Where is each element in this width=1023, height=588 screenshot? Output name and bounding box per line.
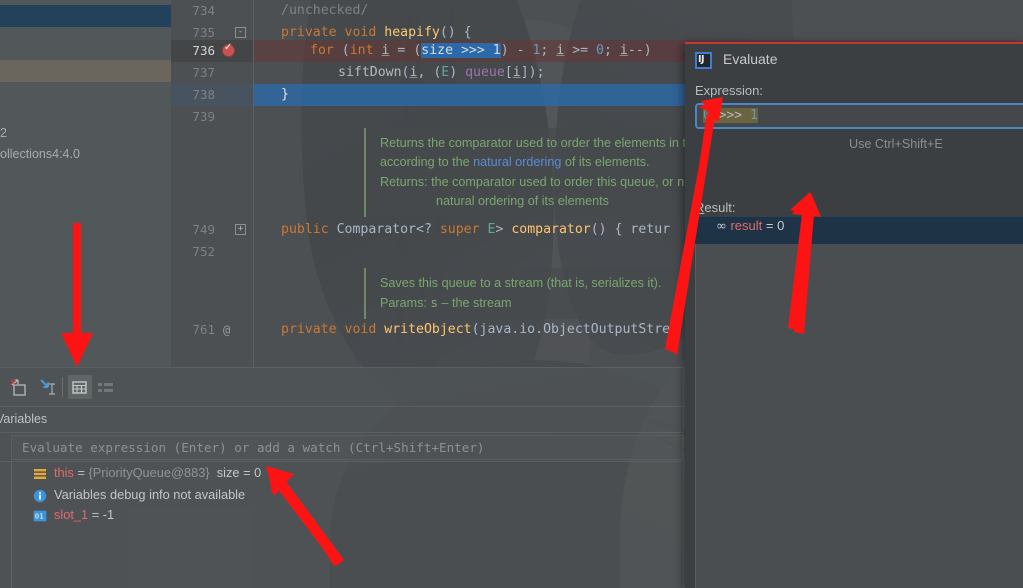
variable-row-debug-info: Variables debug info not available <box>0 485 683 507</box>
variables-pane-title: Variables <box>0 412 48 426</box>
svg-text:01: 01 <box>35 512 44 521</box>
fold-expand-icon[interactable]: + <box>235 224 246 235</box>
line-number-749: 749 <box>192 222 215 237</box>
ide-window: 2 ollections4:4.0 734 735 736 737 738 73… <box>0 0 1023 588</box>
result-label: Result: <box>695 200 736 215</box>
step-into-icon[interactable] <box>38 378 57 397</box>
code-line-738: } <box>281 87 289 102</box>
step-out-icon[interactable]: ✕ <box>9 378 28 397</box>
project-tree-item-0[interactable]: 2 <box>0 126 7 140</box>
info-icon <box>33 489 47 503</box>
code-line-749: public Comparator<? super E> comparator(… <box>281 222 671 237</box>
line-number-752: 752 <box>192 244 215 259</box>
evaluate-shortcut-hint: Use Ctrl+Shift+E <box>849 137 943 151</box>
project-tree-selected-row[interactable] <box>0 5 171 27</box>
evaluate-dialog[interactable]: IJ Evaluate Expression: 0 >>> 1 Use Ctrl… <box>685 42 1023 588</box>
project-tree-item-1[interactable]: ollections4:4.0 <box>0 147 80 161</box>
expression-input-text: 0 >>> 1 <box>703 108 758 123</box>
project-tree-hover-row[interactable] <box>0 60 171 82</box>
evaluate-dialog-titlebar[interactable]: IJ Evaluate <box>685 44 1023 76</box>
debugger-toolbar[interactable]: ✕ <box>0 368 683 406</box>
line-number-738: 738 <box>192 87 215 102</box>
line-number-734: 734 <box>192 3 215 18</box>
expression-label: Expression: <box>695 83 763 98</box>
watch-input-placeholder: Evaluate expression (Enter) or add a wat… <box>22 440 485 455</box>
variable-row-this[interactable]: this = {PriorityQueue@883} size = 0 <box>0 463 683 485</box>
object-icon <box>33 467 47 481</box>
list-view-icon[interactable] <box>96 378 115 397</box>
code-line-734: /unchecked/ <box>281 3 369 18</box>
code-line-736: for (int i = (size >>> 1) - 1; i >= 0; i… <box>310 43 652 58</box>
variable-slot1-label: slot_1 = -1 <box>54 507 115 522</box>
code-line-737: siftDown(i, (E) queue[i]); <box>338 65 545 80</box>
variables-pane-header <box>0 407 683 432</box>
result-tree-body[interactable] <box>695 244 1023 588</box>
line-number-761: 761 <box>192 322 215 337</box>
variable-debug-info-label: Variables debug info not available <box>54 487 246 502</box>
editor-gutter[interactable]: 734 735 736 737 738 739 749 752 761 - + … <box>171 0 254 367</box>
variable-row-slot1[interactable]: 01 slot_1 = -1 <box>0 505 683 527</box>
primitive-icon: 01 <box>33 509 47 523</box>
code-line-761: private void writeObject(java.io.ObjectO… <box>281 322 671 337</box>
table-view-icon[interactable] <box>70 378 89 397</box>
result-row-text: ∞ result = 0 <box>716 218 785 234</box>
line-number-739: 739 <box>192 109 215 124</box>
evaluate-dialog-title: Evaluate <box>723 51 778 67</box>
intellij-logo-icon: IJ <box>695 52 712 69</box>
breakpoint-icon[interactable] <box>222 42 235 57</box>
fold-collapse-icon[interactable]: - <box>235 27 246 38</box>
line-number-737: 737 <box>192 65 215 80</box>
annotation-marker-icon: @ <box>223 323 231 337</box>
variable-this-label: this = {PriorityQueue@883} size = 0 <box>54 465 262 480</box>
project-tool-window[interactable]: 2 ollections4:4.0 <box>0 0 171 367</box>
quick-doc-link[interactable]: natural ordering <box>473 155 561 169</box>
line-number-736: 736 <box>192 43 215 58</box>
svg-text:✕: ✕ <box>9 378 17 389</box>
